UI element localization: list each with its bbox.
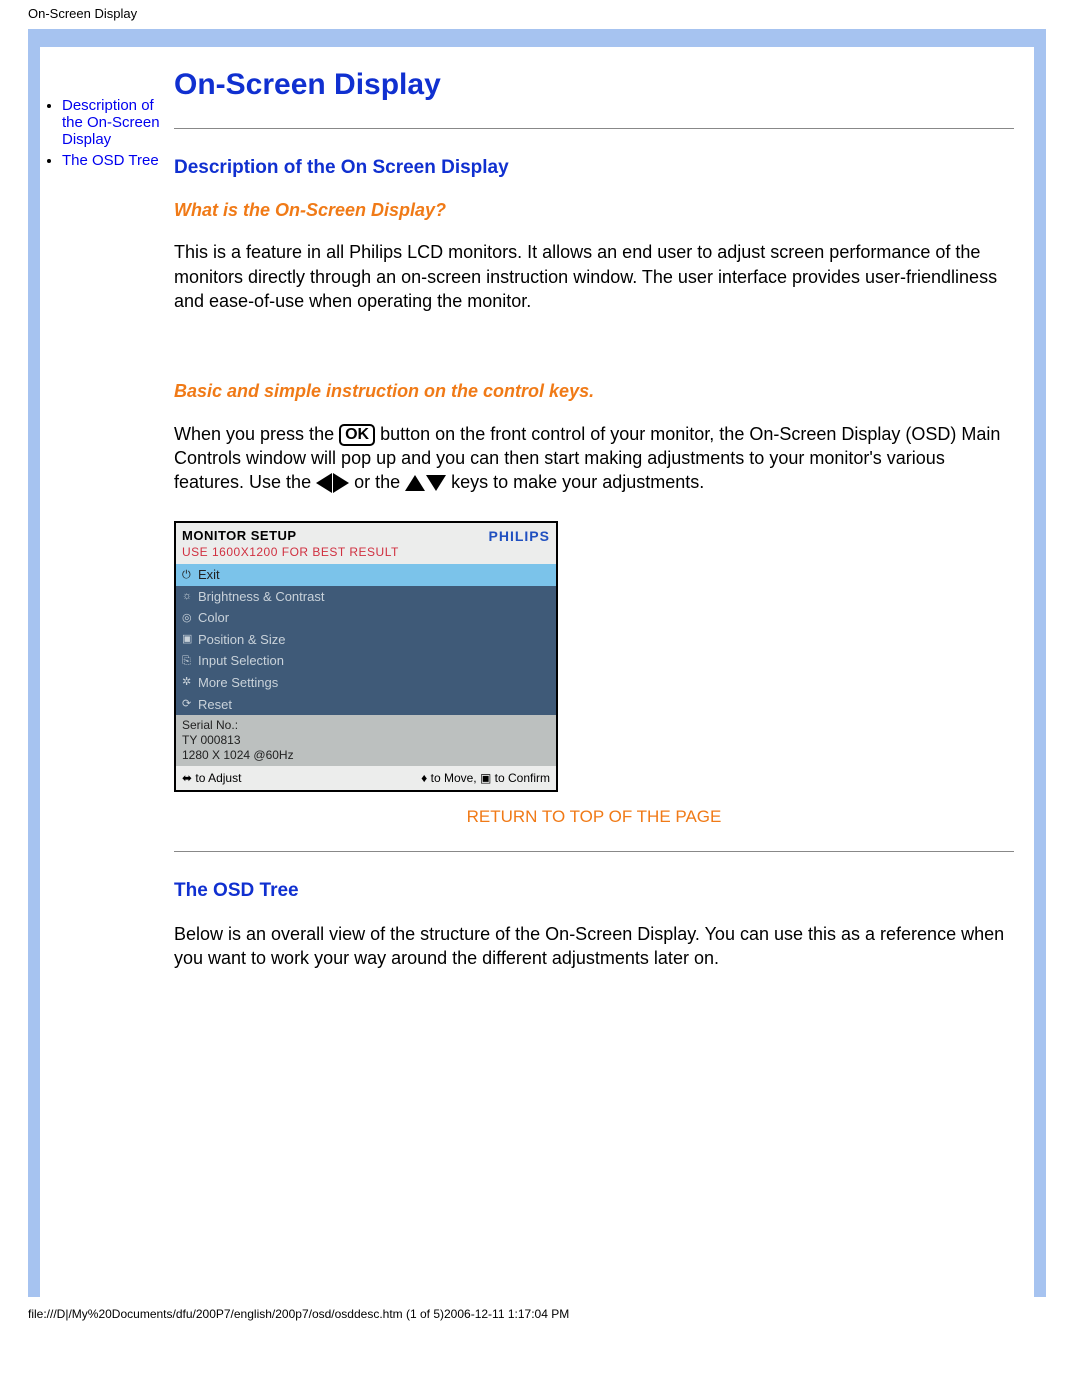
- divider: [174, 128, 1014, 129]
- sidebar-nav: Description of the On-Screen Display The…: [40, 47, 162, 1297]
- text-fragment: When you press the: [174, 424, 339, 444]
- osd-footer-left: ⬌ to Adjust: [182, 770, 241, 786]
- osd-hint: USE 1600X1200 FOR BEST RESULT: [182, 544, 399, 560]
- osd-title: MONITOR SETUP: [182, 527, 399, 545]
- osd-mode: 1280 X 1024 @60Hz: [182, 748, 550, 763]
- osd-serial-block: Serial No.: TY 000813 1280 X 1024 @60Hz: [176, 715, 556, 766]
- arrow-left-icon: [316, 473, 332, 493]
- osd-menu-item-exit: ⏻Exit: [176, 564, 556, 586]
- osd-serial-value: TY 000813: [182, 733, 550, 748]
- paragraph-controls: When you press the OK button on the fron…: [174, 422, 1014, 495]
- page-footer-path: file:///D|/My%20Documents/dfu/200P7/engl…: [0, 1297, 1080, 1329]
- osd-footer: ⬌ to Adjust ♦ to Move, ▣ to Confirm: [176, 766, 556, 790]
- osd-menu-label: Color: [198, 609, 229, 627]
- page-title: On-Screen Display: [174, 65, 1014, 106]
- osd-menu-icon: ⏻: [182, 568, 198, 583]
- sidebar-item-description[interactable]: Description of the On-Screen Display: [62, 97, 162, 148]
- osd-menu-list: ⏻Exit ☼Brightness & Contrast ◎Color ▣Pos…: [176, 564, 556, 715]
- osd-menu-item-more: ✲More Settings: [176, 672, 556, 694]
- osd-menu-icon: ◎: [182, 611, 198, 626]
- osd-menu-item-brightness: ☼Brightness & Contrast: [176, 586, 556, 608]
- arrow-up-icon: [405, 475, 425, 491]
- sidebar-link-osd-tree[interactable]: The OSD Tree: [62, 152, 159, 169]
- text-fragment: or the: [354, 472, 405, 492]
- osd-menu-icon: ☼: [182, 589, 198, 604]
- osd-menu-item-reset: ⟳Reset: [176, 694, 556, 716]
- osd-menu-icon: ✲: [182, 675, 198, 690]
- main-content: On-Screen Display Description of the On …: [162, 47, 1034, 1297]
- section-heading-description: Description of the On Screen Display: [174, 155, 1014, 181]
- osd-menu-item-input: ⎘Input Selection: [176, 650, 556, 672]
- return-to-top-link[interactable]: RETURN TO TOP OF THE PAGE: [174, 806, 1014, 829]
- sidebar-link-description[interactable]: Description of the On-Screen Display: [62, 97, 160, 148]
- sidebar-item-osd-tree[interactable]: The OSD Tree: [62, 152, 162, 169]
- osd-brand-logo: PHILIPS: [489, 527, 550, 546]
- subheading-what-is-osd: What is the On-Screen Display?: [174, 198, 1014, 222]
- osd-menu-icon: ⟳: [182, 697, 198, 712]
- paragraph-intro: This is a feature in all Philips LCD mon…: [174, 240, 1014, 313]
- osd-menu-icon: ▣: [182, 632, 198, 647]
- osd-menu-item-color: ◎Color: [176, 607, 556, 629]
- text-fragment: keys to make your adjustments.: [451, 472, 704, 492]
- ok-button-icon: OK: [339, 424, 375, 446]
- section-heading-osd-tree: The OSD Tree: [174, 878, 1014, 904]
- subheading-basic-instruction: Basic and simple instruction on the cont…: [174, 379, 1014, 403]
- osd-menu-label: Exit: [198, 566, 220, 584]
- osd-serial-label: Serial No.:: [182, 718, 550, 733]
- osd-menu-label: Brightness & Contrast: [198, 588, 324, 606]
- osd-menu-label: Input Selection: [198, 652, 284, 670]
- arrow-down-icon: [426, 475, 446, 491]
- divider: [174, 851, 1014, 852]
- arrow-right-icon: [333, 473, 349, 493]
- osd-menu-icon: ⎘: [182, 654, 198, 669]
- osd-menu-item-position: ▣Position & Size: [176, 629, 556, 651]
- osd-footer-right: ♦ to Move, ▣ to Confirm: [421, 770, 550, 786]
- osd-screenshot: MONITOR SETUP USE 1600X1200 FOR BEST RES…: [174, 521, 558, 793]
- osd-header: MONITOR SETUP USE 1600X1200 FOR BEST RES…: [176, 523, 556, 565]
- page-header-title: On-Screen Display: [0, 0, 1080, 25]
- osd-menu-label: More Settings: [198, 674, 278, 692]
- osd-menu-label: Position & Size: [198, 631, 285, 649]
- page-frame: Description of the On-Screen Display The…: [28, 29, 1046, 1297]
- paragraph-osd-tree: Below is an overall view of the structur…: [174, 922, 1014, 971]
- osd-menu-label: Reset: [198, 696, 232, 714]
